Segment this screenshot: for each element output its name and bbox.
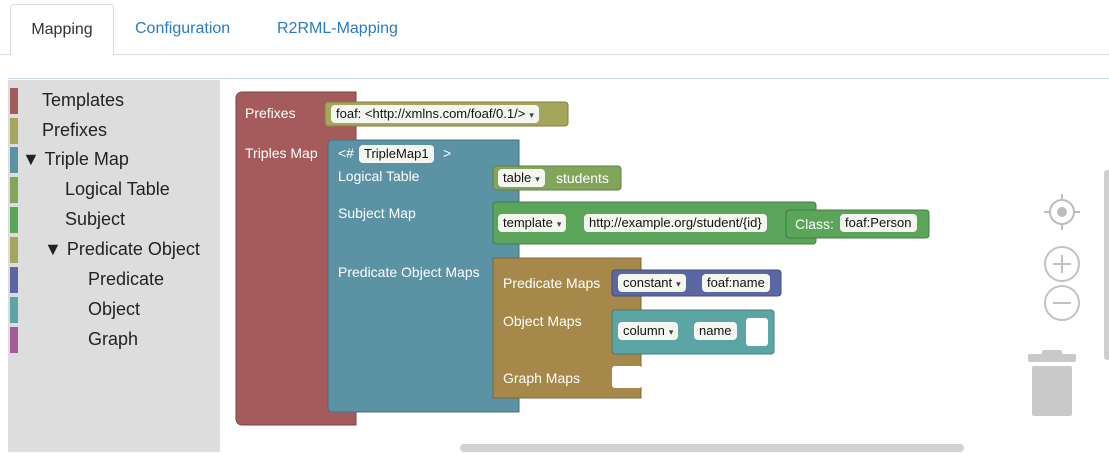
- chevron-down-icon: ▾: [668, 327, 674, 337]
- prefix-text: foaf: <http://xmlns.com/foaf/0.1/>: [336, 106, 526, 121]
- logical-table-label: Logical Table: [338, 168, 420, 184]
- triplemap-name-field[interactable]: TripleMap1: [359, 145, 434, 163]
- class-value-field[interactable]: foaf:Person: [840, 214, 917, 232]
- column-dropdown-text: column: [623, 323, 665, 338]
- chevron-down-icon: ▾: [529, 110, 534, 120]
- triples-map-label: Triples Map: [245, 145, 318, 161]
- center-icon[interactable]: [1040, 190, 1084, 234]
- column-value-field[interactable]: name: [694, 322, 737, 340]
- chevron-down-icon: ▾: [676, 279, 681, 289]
- column-dropdown[interactable]: column ▾: [618, 322, 679, 340]
- zoom-in-icon[interactable]: [1042, 244, 1082, 284]
- triplemap-open: <#: [338, 145, 354, 161]
- zoom-out-icon[interactable]: [1042, 283, 1082, 323]
- template-value-field[interactable]: http://example.org/student/{id}: [584, 214, 767, 232]
- triplemap-close: >: [443, 145, 452, 161]
- horizontal-scrollbar[interactable]: [460, 444, 964, 452]
- table-dropdown[interactable]: table ▾: [498, 169, 545, 187]
- prefix-value[interactable]: foaf: <http://xmlns.com/foaf/0.1/> ▾: [331, 105, 539, 123]
- subject-map-label: Subject Map: [338, 205, 416, 221]
- vertical-scrollbar[interactable]: [1104, 170, 1109, 360]
- prefixes-label: Prefixes: [245, 105, 296, 121]
- table-dropdown-text: table: [503, 170, 532, 185]
- object-maps-label: Object Maps: [503, 313, 582, 329]
- pom-label: Predicate Object Maps: [338, 264, 480, 280]
- object-input-slot: [746, 318, 768, 346]
- trash-icon[interactable]: [1024, 350, 1080, 420]
- constant-dropdown[interactable]: constant ▾: [618, 274, 686, 292]
- graph-maps-slot: [612, 366, 642, 388]
- table-value[interactable]: students: [556, 170, 609, 186]
- predicate-maps-label: Predicate Maps: [503, 275, 601, 291]
- constant-dropdown-text: constant: [623, 275, 673, 290]
- tab-mapping[interactable]: Mapping: [10, 4, 114, 56]
- chevron-down-icon: ▾: [556, 219, 562, 229]
- class-label: Class:: [795, 216, 834, 232]
- predicate-value-field[interactable]: foaf:name: [702, 274, 770, 292]
- graph-maps-label: Graph Maps: [503, 370, 581, 386]
- template-dropdown-text: template: [503, 215, 553, 230]
- template-dropdown[interactable]: template ▾: [498, 214, 567, 232]
- chevron-down-icon: ▾: [535, 174, 540, 184]
